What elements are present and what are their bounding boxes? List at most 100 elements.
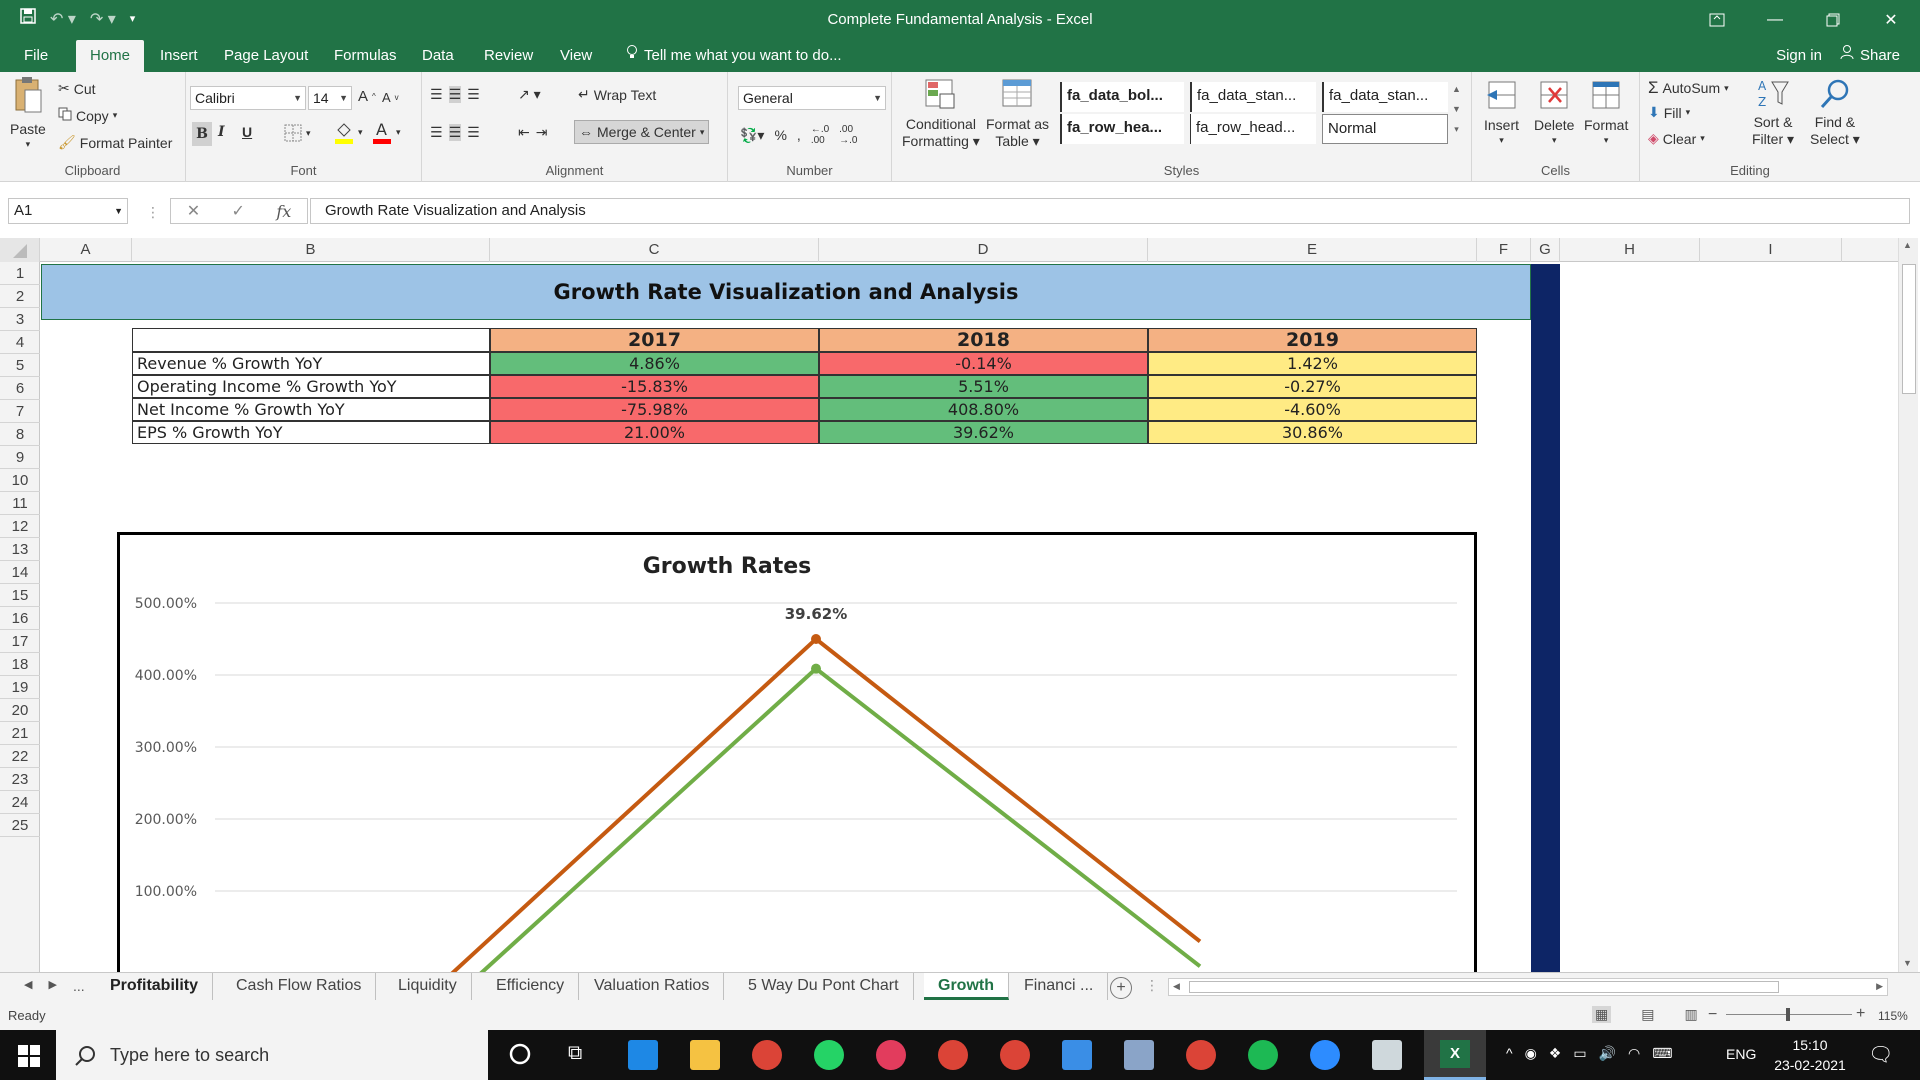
table-value-cell[interactable]: -0.14% (819, 352, 1148, 375)
style-fa-data-bold[interactable]: fa_data_bol... (1060, 82, 1184, 112)
tab-review[interactable]: Review (472, 40, 545, 72)
tell-me-box[interactable]: Tell me what you want to do... (614, 40, 854, 72)
column-header-b[interactable]: B (132, 238, 490, 262)
fill-button[interactable]: ⬇ Fill ▾ (1648, 104, 1690, 121)
sheet-tab[interactable]: Valuation Ratios (580, 973, 725, 1000)
vertical-scrollbar[interactable]: ▲ ▼ (1898, 238, 1918, 972)
orientation-icon[interactable]: ↗ ▾ (518, 86, 541, 103)
borders-icon[interactable]: ▾ (284, 124, 311, 142)
name-box[interactable]: A1 ▼ (8, 198, 128, 224)
calculator-icon[interactable] (1062, 1040, 1092, 1070)
merge-center-button[interactable]: ⇔ Merge & Center ▾ (574, 120, 710, 144)
vertical-align-buttons[interactable]: ☰ ☰ ☰ (430, 86, 480, 103)
horizontal-scrollbar[interactable]: ◀ ▶ (1168, 978, 1888, 996)
style-fa-data-standard-1[interactable]: fa_data_stan... (1190, 82, 1316, 112)
close-icon[interactable]: ✕ (1862, 0, 1920, 40)
find-select-button[interactable]: Find & Select ▾ (1810, 78, 1860, 148)
sheet-tab[interactable]: Growth (924, 973, 1009, 1000)
row-header-12[interactable]: 12 (0, 515, 40, 538)
tab-insert[interactable]: Insert (148, 40, 210, 72)
more-sheets-left[interactable]: ... (73, 978, 85, 994)
enter-icon[interactable]: ✓ (232, 201, 245, 221)
restore-icon[interactable] (1804, 0, 1862, 40)
copy-button[interactable]: Copy ▾ (58, 107, 117, 124)
row-header-19[interactable]: 19 (0, 676, 40, 699)
column-header-d[interactable]: D (819, 238, 1148, 262)
scroll-down-arrow-icon[interactable]: ▼ (1903, 958, 1912, 968)
table-row-label[interactable]: Net Income % Growth YoY (132, 398, 490, 421)
table-value-cell[interactable]: 39.62% (819, 421, 1148, 444)
insert-cells-button[interactable]: Insert ▾ (1484, 78, 1519, 146)
tab-home[interactable]: Home (76, 40, 144, 72)
table-header-year[interactable]: 2019 (1148, 328, 1477, 352)
row-header-1[interactable]: 1 (0, 262, 40, 285)
increase-font-button[interactable]: A ^ (358, 88, 376, 105)
autosum-button[interactable]: Σ AutoSum ▾ (1648, 78, 1729, 98)
column-header-h[interactable]: H (1560, 238, 1700, 262)
table-value-cell[interactable]: -0.27% (1148, 375, 1477, 398)
table-value-cell[interactable]: -4.60% (1148, 398, 1477, 421)
sheet-tab[interactable]: 5 Way Du Pont Chart (734, 973, 914, 1000)
row-header-17[interactable]: 17 (0, 630, 40, 653)
decrease-font-button[interactable]: Av (382, 90, 399, 105)
row-header-25[interactable]: 25 (0, 814, 40, 837)
chrome-profile-4-icon[interactable] (1186, 1040, 1216, 1070)
photos-icon[interactable] (1124, 1040, 1154, 1070)
taskbar-search-input[interactable]: Type here to search (56, 1030, 488, 1080)
row-header-3[interactable]: 3 (0, 308, 40, 331)
number-format-buttons[interactable]: 💱▾ % , ←.0.00 .00 →.0 (740, 124, 858, 146)
tab-formulas[interactable]: Formulas (322, 40, 409, 72)
zoom-in-icon[interactable]: + (1856, 1005, 1865, 1023)
row-header-11[interactable]: 11 (0, 492, 40, 515)
add-sheet-icon[interactable]: + (1110, 977, 1132, 999)
cortana-icon[interactable] (508, 1042, 532, 1069)
fill-color-icon[interactable]: ▾ (334, 120, 363, 144)
excel-taskbar-button[interactable]: X (1424, 1030, 1486, 1080)
sort-filter-button[interactable]: AZ Sort & Filter ▾ (1752, 78, 1794, 148)
row-header-6[interactable]: 6 (0, 377, 40, 400)
row-header-22[interactable]: 22 (0, 745, 40, 768)
scroll-right-arrow-icon[interactable]: ▶ (1876, 981, 1883, 992)
format-painter-button[interactable]: 🖌 Format Painter (58, 134, 172, 151)
row-header-8[interactable]: 8 (0, 423, 40, 446)
table-value-cell[interactable]: 408.80% (819, 398, 1148, 421)
horizontal-scroll-thumb[interactable] (1189, 981, 1779, 993)
normal-view-icon[interactable]: ▦ (1592, 1006, 1612, 1023)
clear-button[interactable]: ◈ Clear ▾ (1648, 130, 1705, 147)
tab-page-layout[interactable]: Page Layout (212, 40, 320, 72)
column-header-e[interactable]: E (1148, 238, 1477, 262)
select-all-corner[interactable] (0, 238, 40, 262)
battery-icon[interactable]: ▭ (1573, 1045, 1586, 1062)
column-header-f[interactable]: F (1477, 238, 1531, 262)
growth-chart[interactable]: Growth Rates 100.00% 200.00% 300.00% 400.00%… (117, 532, 1477, 972)
volume-icon[interactable]: 🔊 (1599, 1045, 1616, 1062)
underline-button[interactable]: U (242, 124, 252, 140)
wrap-text-button[interactable]: ↵ Wrap Text (578, 86, 656, 103)
table-value-cell[interactable]: -75.98% (490, 398, 819, 421)
vertical-scroll-thumb[interactable] (1902, 264, 1916, 394)
table-value-cell[interactable]: -15.83% (490, 375, 819, 398)
clock[interactable]: 15:10 23-02-2021 (1768, 1035, 1852, 1075)
chrome-icon[interactable] (752, 1040, 782, 1070)
cancel-icon[interactable]: ✕ (187, 201, 200, 221)
font-name-select[interactable]: Calibri ▼ (190, 86, 306, 110)
column-header-c[interactable]: C (490, 238, 819, 262)
table-header-year[interactable]: 2018 (819, 328, 1148, 352)
chrome-profile-2-icon[interactable] (938, 1040, 968, 1070)
column-header-g[interactable]: G (1531, 238, 1560, 262)
task-view-icon[interactable]: ⧉ (568, 1042, 582, 1065)
table-header-year[interactable]: 2017 (490, 328, 819, 352)
row-header-24[interactable]: 24 (0, 791, 40, 814)
language-indicator[interactable]: ENG (1726, 1046, 1756, 1062)
meet-now-icon[interactable]: ◉ (1525, 1045, 1537, 1062)
row-header-2[interactable]: 2 (0, 285, 40, 308)
table-value-cell[interactable]: 1.42% (1148, 352, 1477, 375)
indent-buttons[interactable]: ⇤ ⇥ (518, 124, 547, 141)
row-header-14[interactable]: 14 (0, 561, 40, 584)
snip-tool-icon[interactable] (876, 1040, 906, 1070)
file-explorer-icon[interactable] (690, 1040, 720, 1070)
remote-desktop-icon[interactable] (1372, 1040, 1402, 1070)
chrome-profile-3-icon[interactable] (1000, 1040, 1030, 1070)
zoom-app-icon[interactable] (1310, 1040, 1340, 1070)
page-break-view-icon[interactable]: ▥ (1684, 1006, 1697, 1023)
